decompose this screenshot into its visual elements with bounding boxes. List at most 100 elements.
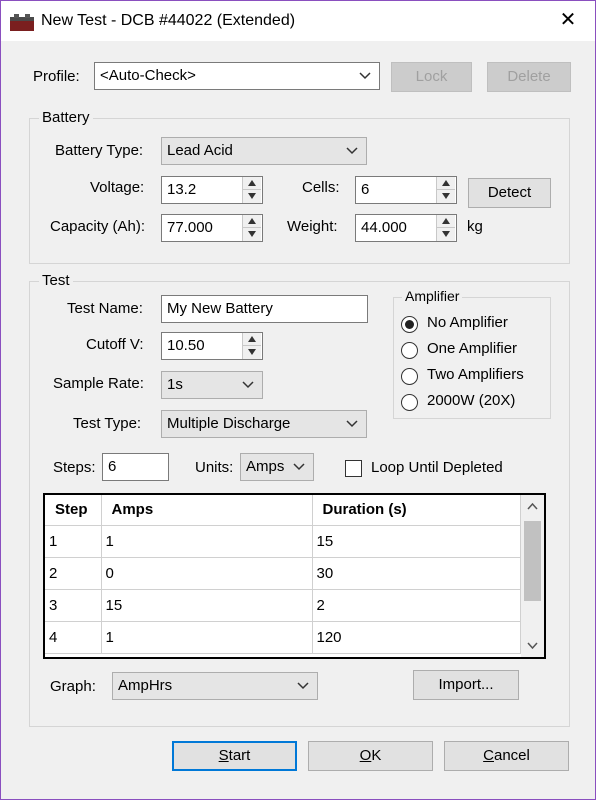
test-type-value: Multiple Discharge [167,415,291,432]
voltage-spin-buttons[interactable] [242,177,262,203]
cell-amps[interactable]: 15 [101,589,313,622]
steps-input[interactable]: 6 [102,453,169,481]
scroll-down-icon[interactable] [521,635,544,657]
battery-app-icon [9,12,35,32]
spin-up-icon[interactable] [436,215,455,228]
cutoff-spinner[interactable]: 10.50 [161,332,263,360]
start-button[interactable]: Start [172,741,297,771]
test-name-value: My New Battery [167,300,273,317]
table-scrollbar[interactable] [521,495,544,657]
cutoff-spin-buttons[interactable] [242,333,262,359]
cell-duration[interactable]: 30 [312,557,521,590]
steps-table[interactable]: Step Amps Duration (s) 1 1 15 2 0 30 3 1… [43,493,546,659]
table-row[interactable]: 4 1 120 [45,621,521,654]
graph-label: Graph: [50,678,96,695]
close-icon[interactable]: ✕ [547,3,589,37]
radio-icon[interactable] [401,394,418,411]
start-label-rest: tart [228,747,251,764]
table-row[interactable]: 3 15 2 [45,589,521,622]
cutoff-value: 10.50 [167,337,205,354]
spin-down-icon[interactable] [242,190,261,203]
spin-up-icon[interactable] [242,215,261,228]
graph-value: AmpHrs [118,677,173,694]
radio-icon[interactable] [401,368,418,385]
units-select[interactable]: Amps [240,453,314,481]
cutoff-label: Cutoff V: [86,336,144,353]
battery-type-select[interactable]: Lead Acid [161,137,367,165]
cell-amps[interactable]: 0 [101,557,313,590]
steps-value: 6 [108,458,117,475]
sample-rate-select[interactable]: 1s [161,371,263,399]
cell-amps[interactable]: 1 [101,525,313,558]
test-type-label: Test Type: [73,415,142,432]
amp-option-label: No Amplifier [427,314,508,331]
cancel-button[interactable]: Cancel [444,741,569,771]
cells-value: 6 [361,181,370,198]
amplifier-group-title: Amplifier [402,288,463,304]
weight-unit: kg [467,218,483,235]
cell-step[interactable]: 4 [45,621,102,654]
detect-button[interactable]: Detect [468,178,551,208]
sample-rate-label: Sample Rate: [53,375,144,392]
capacity-spin-buttons[interactable] [242,215,262,241]
cell-duration[interactable]: 2 [312,589,521,622]
profile-select[interactable]: <Auto-Check> [94,62,380,90]
cell-duration[interactable]: 120 [312,621,521,654]
voltage-value: 13.2 [167,181,197,198]
steps-label: Steps: [53,459,96,476]
table-row[interactable]: 2 0 30 [45,557,521,590]
loop-label: Loop Until Depleted [371,459,503,476]
test-name-input[interactable]: My New Battery [161,295,368,323]
cell-step[interactable]: 1 [45,525,102,558]
units-value: Amps [246,458,285,475]
cell-duration[interactable]: 15 [312,525,521,558]
spin-up-icon[interactable] [436,177,455,190]
spin-down-icon[interactable] [242,346,261,359]
amp-option-label: Two Amplifiers [427,366,524,383]
title-bar[interactable]: New Test - DCB #44022 (Extended) ✕ [1,1,595,41]
battery-group-title: Battery [39,109,93,126]
test-group-title: Test [39,272,73,289]
capacity-value: 77.000 [167,219,213,236]
cell-amps[interactable]: 1 [101,621,313,654]
radio-selected-icon[interactable] [401,316,418,333]
capacity-spinner[interactable]: 77.000 [161,214,263,242]
lock-button[interactable]: Lock [391,62,472,92]
cell-step[interactable]: 2 [45,557,102,590]
voltage-spinner[interactable]: 13.2 [161,176,263,204]
start-accelerator: S [218,747,229,764]
ok-accelerator: O [359,747,372,764]
weight-spinner[interactable]: 44.000 [355,214,457,242]
column-header-amps[interactable]: Amps [101,495,313,526]
cells-spin-buttons[interactable] [436,177,456,203]
delete-button[interactable]: Delete [487,62,571,92]
capacity-label: Capacity (Ah): [50,218,146,235]
column-header-duration[interactable]: Duration (s) [312,495,521,526]
graph-select[interactable]: AmpHrs [112,672,318,700]
table-header-row: Step Amps Duration (s) [45,495,521,526]
spin-up-icon[interactable] [242,333,261,346]
cancel-label-rest: ancel [493,747,530,764]
scroll-up-icon[interactable] [521,495,544,517]
loop-checkbox[interactable] [345,460,362,477]
voltage-label: Voltage: [90,179,145,196]
column-header-step[interactable]: Step [45,495,102,526]
chevron-down-icon [346,411,358,437]
spin-down-icon[interactable] [242,228,261,241]
scroll-thumb[interactable] [524,521,541,601]
radio-icon[interactable] [401,342,418,359]
new-test-dialog: New Test - DCB #44022 (Extended) ✕ Profi… [0,0,596,800]
spin-up-icon[interactable] [242,177,261,190]
spin-down-icon[interactable] [436,190,455,203]
cell-step[interactable]: 3 [45,589,102,622]
import-button[interactable]: Import... [413,670,519,700]
chevron-down-icon [242,372,254,398]
amp-option-label: One Amplifier [427,340,518,357]
ok-button[interactable]: OK [308,741,433,771]
weight-spin-buttons[interactable] [436,215,456,241]
test-type-select[interactable]: Multiple Discharge [161,410,367,438]
table-row[interactable]: 1 1 15 [45,525,521,558]
spin-down-icon[interactable] [436,228,455,241]
cells-spinner[interactable]: 6 [355,176,457,204]
cells-label: Cells: [302,179,340,196]
